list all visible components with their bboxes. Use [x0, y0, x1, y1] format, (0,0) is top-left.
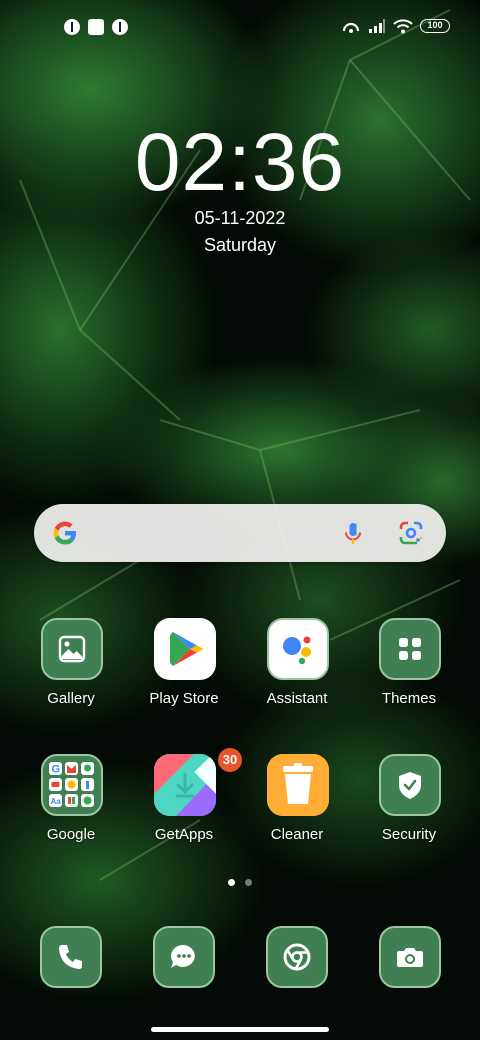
play-store-icon — [154, 618, 216, 680]
phone-icon — [59, 945, 82, 969]
google-folder-icon: G Aa — [41, 754, 103, 816]
notification-icon — [112, 19, 128, 35]
google-g-icon — [53, 521, 76, 545]
app-security[interactable]: Security — [359, 754, 459, 864]
hotspot-icon — [342, 22, 360, 33]
getapps-icon — [154, 754, 216, 816]
app-label: Themes — [381, 690, 437, 707]
app-label: Google — [46, 826, 96, 843]
app-label: Cleaner — [270, 826, 324, 843]
notification-icon — [88, 19, 104, 35]
folder-google[interactable]: G Aa Google — [21, 754, 121, 864]
chrome-icon — [283, 943, 311, 971]
battery-indicator: 100 — [420, 19, 450, 33]
dock-chrome[interactable] — [266, 926, 328, 988]
clock-day[interactable]: Saturday — [0, 235, 480, 256]
app-assistant[interactable]: Assistant — [247, 618, 347, 728]
notification-badge: 30 — [218, 748, 242, 772]
themes-icon — [379, 618, 441, 680]
app-gallery[interactable]: Gallery — [21, 618, 121, 728]
page-indicator — [228, 879, 252, 886]
app-label: Gallery — [47, 690, 95, 707]
app-label: Assistant — [266, 690, 328, 707]
camera-icon — [397, 948, 423, 967]
cleaner-icon — [267, 754, 329, 816]
messages-icon — [171, 944, 195, 968]
svg-text:Aa: Aa — [51, 797, 62, 806]
gallery-icon — [41, 618, 103, 680]
clock-time[interactable]: 02:36 — [0, 118, 480, 208]
svg-text:G: G — [52, 764, 61, 776]
notification-icons — [64, 19, 128, 35]
page-dot — [245, 879, 252, 886]
dock-messages[interactable] — [153, 926, 215, 988]
app-cleaner[interactable]: Cleaner — [247, 754, 347, 864]
app-play-store[interactable]: Play Store — [134, 618, 234, 728]
security-icon — [379, 754, 441, 816]
app-themes[interactable]: Themes — [359, 618, 459, 728]
notification-icon — [64, 19, 80, 35]
google-search-bar[interactable] — [34, 504, 446, 562]
home-indicator[interactable] — [151, 1027, 329, 1032]
app-label: Security — [381, 826, 437, 843]
app-getapps[interactable]: 30 GetApps — [134, 748, 242, 864]
mic-icon[interactable] — [340, 520, 366, 546]
app-label: Play Store — [149, 690, 219, 707]
app-label: GetApps — [154, 826, 214, 843]
lens-icon[interactable] — [398, 520, 424, 546]
wifi-icon — [393, 19, 413, 34]
dock-camera[interactable] — [379, 926, 441, 988]
status-bar: 100 — [0, 0, 480, 56]
signal-icon — [369, 19, 385, 33]
system-icons: 100 — [341, 18, 450, 34]
dock-phone[interactable] — [40, 926, 102, 988]
clock-date[interactable]: 05-11-2022 — [0, 208, 480, 229]
assistant-icon — [267, 618, 329, 680]
page-dot-active — [228, 879, 235, 886]
